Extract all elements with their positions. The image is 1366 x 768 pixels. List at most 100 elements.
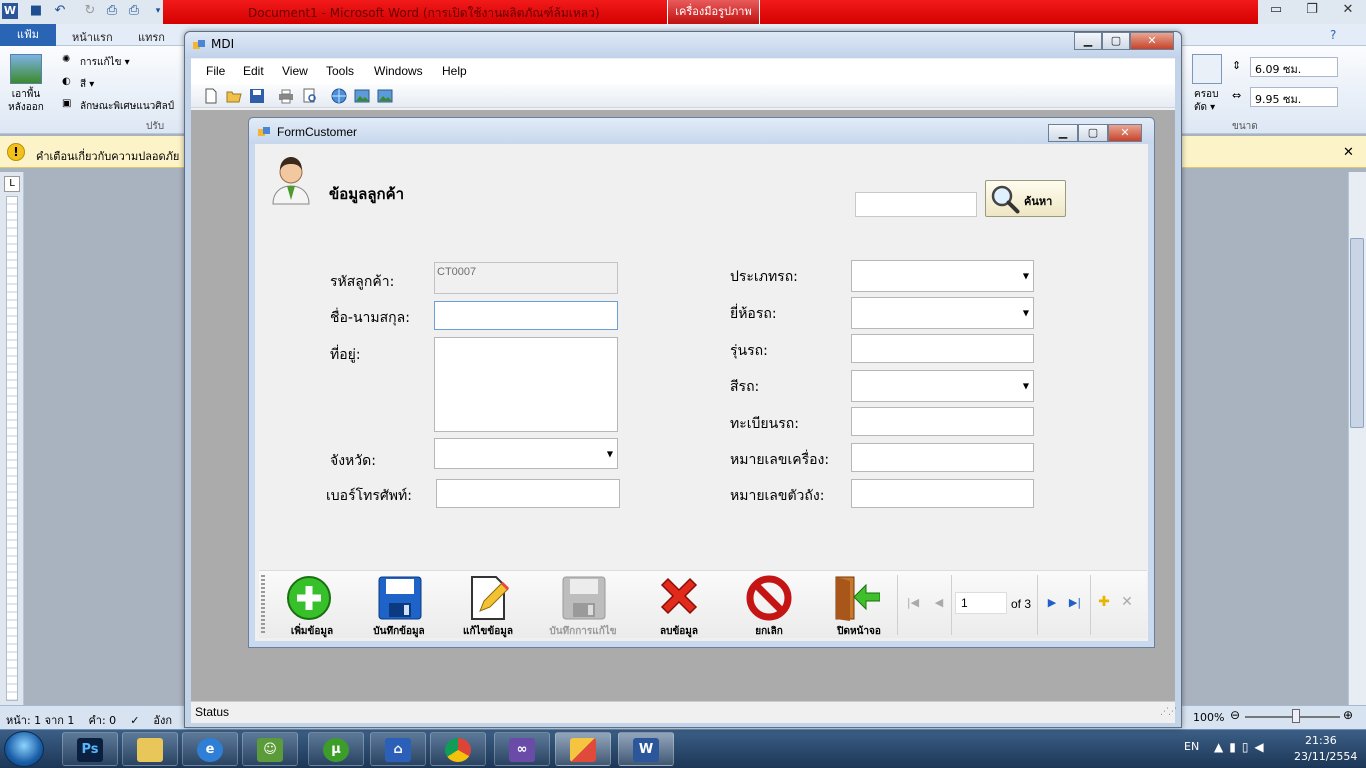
picture-tools-tab[interactable]: เครื่องมือรูปภาพ: [667, 0, 760, 24]
color-button[interactable]: สี ▾: [80, 77, 94, 92]
new-icon[interactable]: [203, 88, 219, 104]
save-icon[interactable]: ■: [28, 3, 44, 19]
move-previous-icon[interactable]: ◀: [932, 596, 946, 609]
taskbar-mdi-app[interactable]: [555, 732, 611, 766]
resize-grip[interactable]: ⋰⋰: [1160, 707, 1177, 717]
image-icon[interactable]: [377, 88, 393, 104]
form-title-bar[interactable]: [249, 118, 1154, 144]
system-tray-icons[interactable]: ▲▮▯◀: [1214, 740, 1270, 754]
taskbar-chrome[interactable]: [430, 732, 486, 766]
taskbar-network[interactable]: ⌂: [370, 732, 426, 766]
address-field[interactable]: [434, 337, 618, 432]
application-icon: [570, 738, 596, 762]
taskbar-explorer[interactable]: [122, 732, 178, 766]
taskbar-users[interactable]: ☺: [242, 732, 298, 766]
delete-record-icon[interactable]: ✕: [1120, 594, 1134, 610]
province-dropdown[interactable]: ▼: [434, 438, 618, 469]
engine-number-field[interactable]: [851, 443, 1034, 472]
tab-selector[interactable]: L: [4, 176, 20, 192]
taskbar-ie[interactable]: e: [182, 732, 238, 766]
taskbar-utorrent[interactable]: µ: [308, 732, 364, 766]
tab-file[interactable]: แฟ้ม: [0, 24, 56, 46]
menu-view[interactable]: View: [282, 64, 308, 78]
word-status-left: หน้า: 1 จาก 1 คำ: 0 ✓ อังก: [6, 711, 172, 729]
word-count[interactable]: คำ: 0: [88, 714, 116, 727]
add-new-icon[interactable]: ✚: [1097, 594, 1111, 610]
height-field[interactable]: 6.09 ซม.: [1250, 57, 1338, 77]
close-icon[interactable]: ✕: [1108, 124, 1142, 142]
restore-icon[interactable]: ❐: [1294, 0, 1330, 22]
scrollbar-thumb[interactable]: [1350, 238, 1364, 428]
corrections-button[interactable]: การแก้ไข ▾: [80, 55, 130, 70]
help-icon[interactable]: ?: [1330, 28, 1336, 42]
artistic-effects-button[interactable]: ลักษณะพิเศษแนวศิลป์: [80, 99, 174, 114]
move-last-icon[interactable]: ▶|: [1068, 596, 1082, 609]
print-icon[interactable]: [278, 88, 294, 104]
language-indicator[interactable]: อังก: [153, 714, 172, 727]
menu-tools[interactable]: Tools: [326, 64, 354, 78]
car-model-field[interactable]: [851, 334, 1034, 363]
open-icon[interactable]: [226, 88, 242, 104]
page-count[interactable]: หน้า: 1 จาก 1: [6, 714, 74, 727]
full-name-field[interactable]: [434, 301, 618, 330]
move-first-icon[interactable]: |◀: [906, 596, 920, 609]
taskbar-word[interactable]: W: [618, 732, 674, 766]
image-icon[interactable]: [354, 88, 370, 104]
taskbar-photoshop[interactable]: Ps: [62, 732, 118, 766]
minimize-icon[interactable]: ▭: [1258, 0, 1294, 22]
adjust-group-label: ปรับ: [146, 121, 165, 132]
toolbar-grip[interactable]: [261, 575, 265, 635]
car-color-label: สีรถ:: [730, 379, 760, 395]
minimize-icon[interactable]: ▁: [1074, 32, 1102, 50]
phone-field[interactable]: [436, 479, 620, 508]
customer-id-field[interactable]: CT0007: [434, 262, 618, 294]
menu-edit[interactable]: Edit: [243, 64, 264, 78]
zoom-level[interactable]: 100%: [1193, 711, 1224, 724]
maximize-icon[interactable]: ▢: [1078, 124, 1108, 142]
minimize-icon[interactable]: ▁: [1048, 124, 1078, 142]
redo-icon[interactable]: ↻: [82, 3, 98, 19]
search-input[interactable]: [855, 192, 977, 217]
start-button[interactable]: [4, 731, 44, 767]
warning-icon: !: [7, 143, 25, 161]
undo-icon[interactable]: ↶: [52, 3, 68, 19]
size-group-label: ขนาด: [1232, 121, 1258, 132]
car-brand-dropdown[interactable]: ▼: [851, 297, 1034, 329]
security-warning-text: คำเตือนเกี่ยวกับความปลอดภัย: [36, 150, 180, 163]
car-color-dropdown[interactable]: ▼: [851, 370, 1034, 402]
car-type-dropdown[interactable]: ▼: [851, 260, 1034, 292]
menu-help[interactable]: Help: [442, 64, 467, 78]
taskbar-visual-studio[interactable]: ∞: [494, 732, 550, 766]
tab-insert[interactable]: แทรก: [138, 28, 165, 46]
form-heading: ข้อมูลลูกค้า: [329, 185, 405, 203]
language-bar[interactable]: EN: [1184, 740, 1199, 753]
crop-button[interactable]: ครอบตัด ▾: [1194, 88, 1222, 114]
maximize-icon[interactable]: ▢: [1102, 32, 1130, 50]
record-position-input[interactable]: 1: [955, 592, 1007, 614]
print-preview-icon[interactable]: ⎙: [104, 3, 120, 19]
globe-icon[interactable]: [331, 88, 347, 104]
proofing-icon[interactable]: ✓: [130, 714, 139, 727]
clock-time[interactable]: 21:36: [1305, 734, 1337, 747]
zoom-out-icon[interactable]: ⊖: [1230, 708, 1240, 722]
close-warning-icon[interactable]: ✕: [1343, 145, 1354, 160]
move-next-icon[interactable]: ▶: [1045, 596, 1059, 609]
menu-windows[interactable]: Windows: [374, 64, 423, 78]
width-field[interactable]: 9.95 ซม.: [1250, 87, 1338, 107]
close-icon[interactable]: ✕: [1330, 0, 1366, 22]
tab-home[interactable]: หน้าแรก: [72, 28, 113, 46]
word-icon: W: [633, 738, 659, 762]
print-icon[interactable]: ⎙: [126, 3, 142, 19]
registration-field[interactable]: [851, 407, 1034, 436]
chassis-number-field[interactable]: [851, 479, 1034, 508]
print-preview-icon[interactable]: [302, 88, 318, 104]
zoom-in-icon[interactable]: ⊕: [1343, 708, 1353, 722]
mdi-title-bar[interactable]: [185, 32, 1181, 58]
close-icon[interactable]: ✕: [1130, 32, 1174, 50]
visual-studio-icon: ∞: [509, 738, 535, 762]
save-icon[interactable]: [249, 88, 265, 104]
menu-file[interactable]: File: [206, 64, 225, 78]
remove-background-button[interactable]: เอาพื้นหลังออก: [6, 88, 46, 114]
clock-date[interactable]: 23/11/2554: [1294, 750, 1357, 763]
zoom-slider-handle[interactable]: [1292, 709, 1300, 723]
